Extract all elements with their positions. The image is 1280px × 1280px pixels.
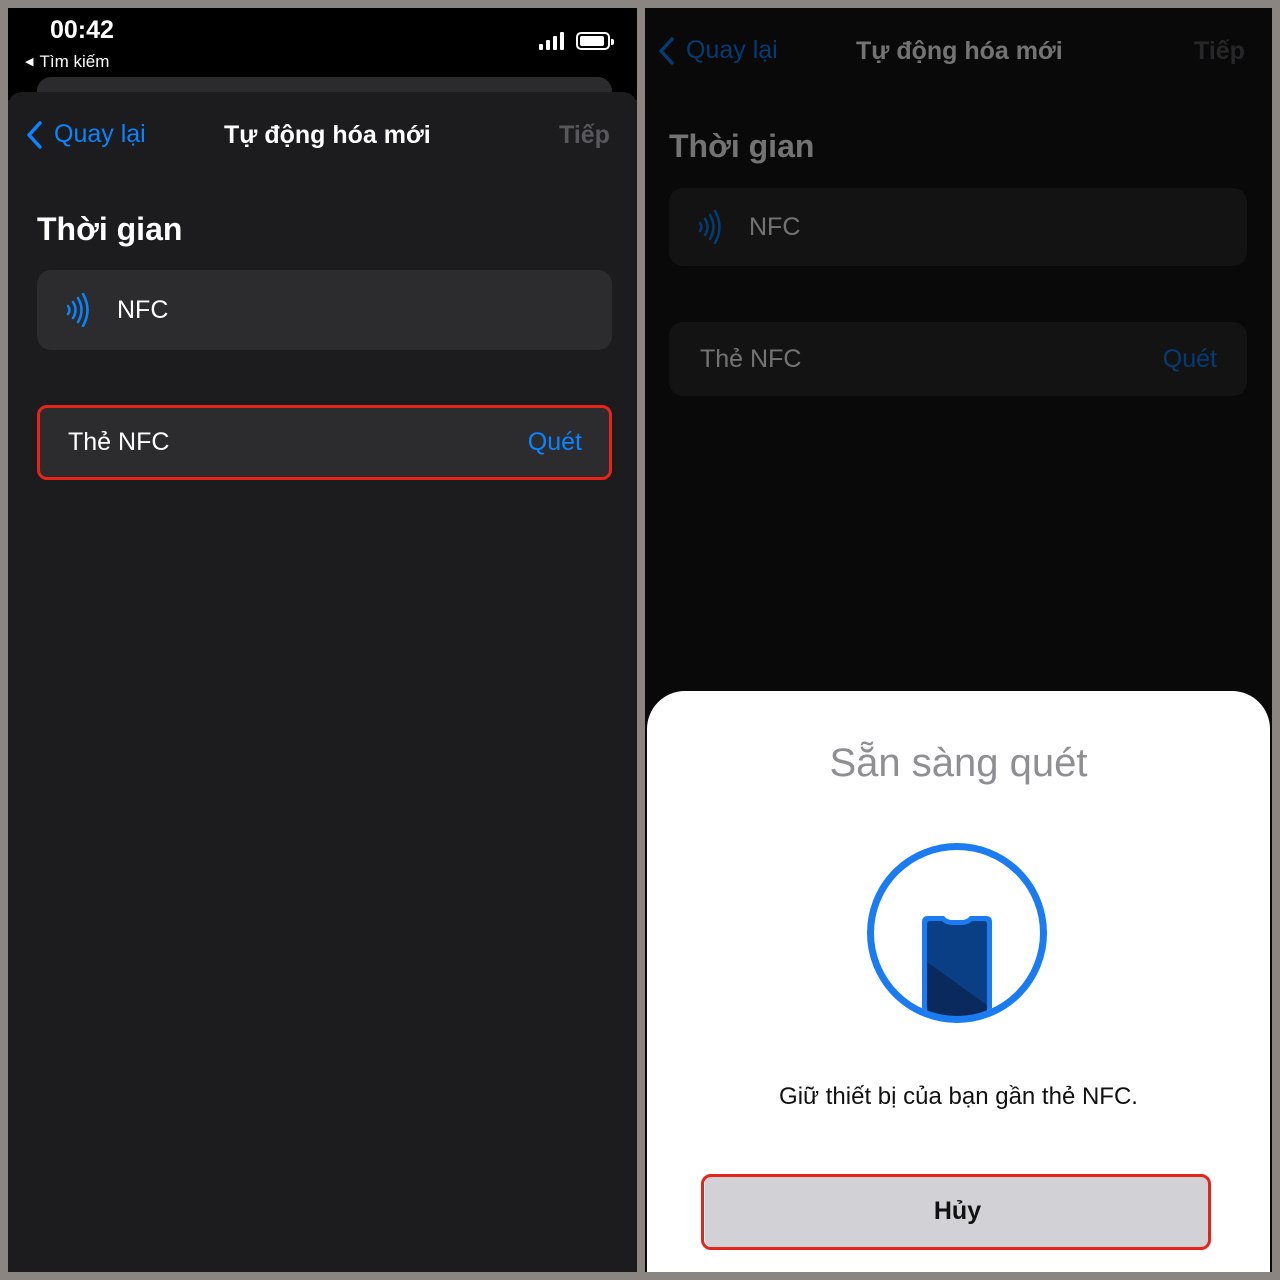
triangle-left-icon: ◀ [25, 56, 34, 68]
chevron-left-icon [27, 120, 42, 149]
nfc-wave-icon [66, 293, 89, 327]
next-button[interactable]: Tiếp [559, 121, 610, 150]
nfc-trigger-label: NFC [117, 295, 169, 324]
left-screen: 00:42 ◀ Tìm kiếm Quay lại Tự động hóa mới… [8, 8, 637, 1272]
nfc-trigger-row[interactable]: NFC [37, 270, 612, 350]
highlight-box [701, 1174, 1211, 1250]
back-to-app-link[interactable]: ◀ Tìm kiếm [25, 52, 109, 72]
scan-sheet-title: Sẵn sàng quét [829, 741, 1088, 785]
back-button[interactable]: Quay lại [26, 120, 146, 149]
page-title: Tự động hóa mới [224, 121, 431, 149]
scan-instruction: Giữ thiết bị của bạn gần thẻ NFC. [779, 1083, 1138, 1110]
back-button-label: Quay lại [54, 120, 146, 148]
right-screen: Quay lại Tự động hóa mới Tiếp Thời gian … [645, 8, 1272, 1272]
back-to-app-label: Tìm kiếm [39, 52, 110, 71]
cellular-signal-icon [539, 32, 565, 50]
battery-icon [576, 32, 614, 50]
highlight-box [37, 405, 612, 480]
automation-sheet: Quay lại Tự động hóa mới Tiếp Thời gian … [8, 92, 637, 1272]
section-title: Thời gian [37, 211, 183, 247]
status-bar: 00:42 ◀ Tìm kiếm [8, 8, 637, 117]
status-time: 00:42 [50, 16, 114, 44]
phone-scan-icon [867, 843, 1047, 1023]
